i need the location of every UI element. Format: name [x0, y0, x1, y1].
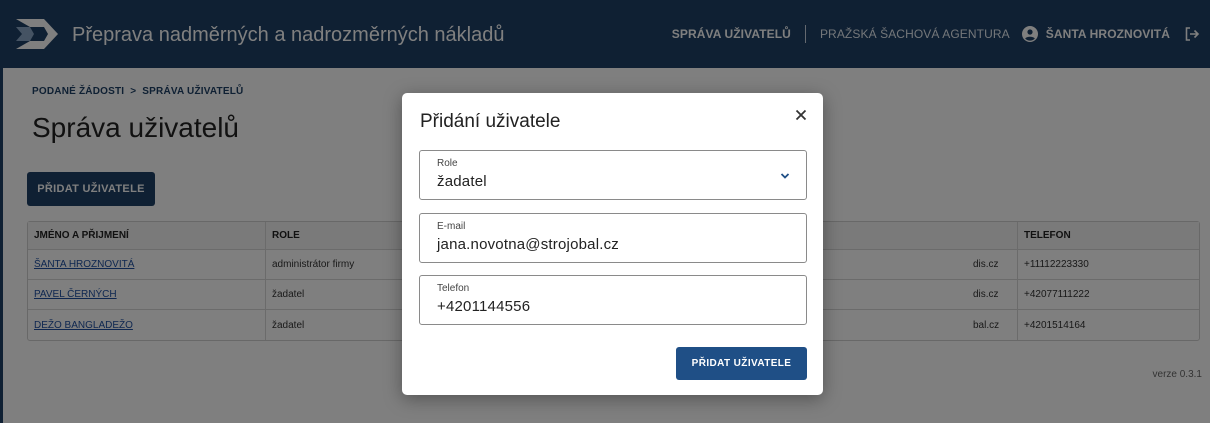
- email-field[interactable]: E-mail jana.novotna@strojobal.cz: [419, 213, 807, 263]
- email-value: jana.novotna@strojobal.cz: [437, 236, 619, 253]
- add-user-dialog: Přidání uživatele Role žadatel E-mail ja…: [402, 93, 823, 395]
- role-label: Role: [437, 158, 458, 169]
- chevron-down-icon: [780, 173, 790, 179]
- role-value: žadatel: [437, 173, 487, 190]
- email-label: E-mail: [437, 221, 466, 232]
- phone-value: +4201144556: [437, 298, 531, 315]
- role-select[interactable]: Role žadatel: [419, 150, 807, 200]
- phone-label: Telefon: [437, 283, 470, 294]
- phone-field[interactable]: Telefon +4201144556: [419, 275, 807, 325]
- dialog-title: Přidání uživatele: [420, 111, 561, 132]
- close-icon[interactable]: [793, 107, 809, 123]
- submit-add-user-button[interactable]: PŘIDAT UŽIVATELE: [676, 347, 807, 380]
